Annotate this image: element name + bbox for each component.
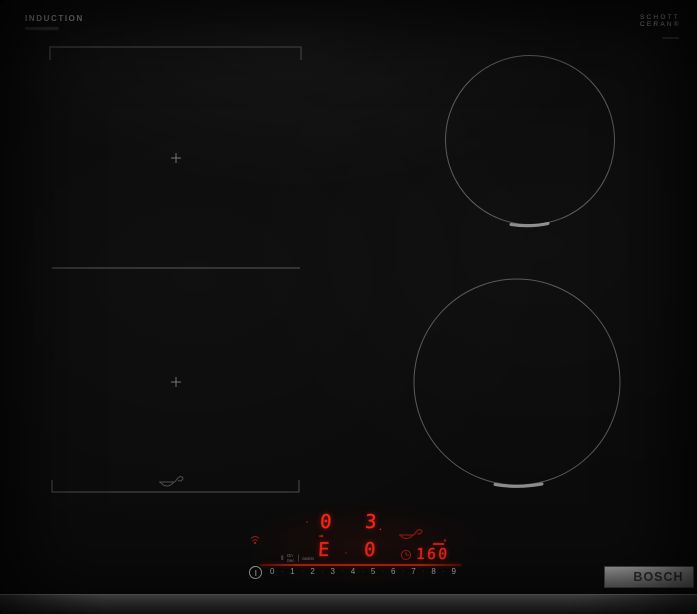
- scale-dot: ·: [361, 568, 365, 575]
- level-0[interactable]: 0: [270, 567, 274, 577]
- aux-label-bottom: Sec: [286, 558, 295, 563]
- schott-sub-text: [662, 37, 679, 39]
- flex-zone-rear-left-outline: [49, 46, 302, 60]
- schott-line1: SCHOTT: [640, 14, 680, 21]
- display-front-left-symbol[interactable]: E: [317, 539, 330, 561]
- home-connect-wifi-icon: [250, 536, 260, 545]
- scale-dot: ·: [321, 568, 324, 575]
- level-9[interactable]: 9: [452, 567, 456, 577]
- degree-mark: °: [442, 539, 447, 546]
- level-2[interactable]: 2: [310, 567, 314, 577]
- zone-center-cross-icon: [171, 153, 181, 163]
- schott-line2: CERAN®: [640, 21, 681, 28]
- frying-sensor-key-icon[interactable]: [399, 528, 423, 540]
- scale-dot: ·: [382, 568, 385, 575]
- scale-dot: ·: [422, 568, 425, 575]
- scale-dot: ·: [341, 568, 344, 575]
- bosch-logo-text: BOSCH: [633, 570, 684, 584]
- zone-marker-rear-right: [509, 222, 550, 228]
- display-front-right-level[interactable]: 0: [363, 539, 376, 561]
- zone-select-dot: [345, 552, 347, 554]
- power-button[interactable]: [249, 566, 262, 579]
- power-level-slider[interactable]: 0 · 1 · 2 · 3 · 4 · 5 · 6 · 7 · 8 · 9: [270, 567, 456, 577]
- scale-dot: ·: [281, 568, 284, 575]
- display-rear-right-suffix: .: [377, 523, 384, 532]
- scale-dot: ·: [301, 568, 304, 575]
- aux-touch-keys: ‖ On Sec | assist: [281, 553, 314, 564]
- level-5[interactable]: 5: [371, 567, 375, 577]
- model-number-text: [25, 27, 59, 30]
- round-zone-front-right-outline: [413, 278, 621, 486]
- bosch-badge: BOSCH: [604, 566, 694, 588]
- level-4[interactable]: 4: [351, 567, 355, 577]
- round-zone-rear-right-outline: [445, 55, 615, 225]
- cooking-zone-graphics: [49, 46, 630, 584]
- display-frying-temp: 160: [415, 545, 450, 563]
- display-rear-left-level[interactable]: 0: [319, 511, 332, 533]
- level-3[interactable]: 3: [331, 567, 335, 577]
- schott-ceran-logo: SCHOTT CERAN®: [640, 14, 681, 28]
- zone-center-cross-icon: [171, 377, 181, 387]
- aux-key-label[interactable]: On Sec: [286, 553, 295, 564]
- zone-select-dot: [306, 521, 308, 523]
- frying-pan-zone-icon: [159, 476, 184, 487]
- level-6[interactable]: 6: [391, 567, 395, 577]
- scale-dot: ·: [442, 568, 445, 575]
- zone-marker-front-right: [493, 482, 544, 488]
- assist-key[interactable]: assist: [302, 556, 314, 562]
- induction-hob: INDUCTION SCHOTT CERAN® 0 3 . → E 0 160 …: [0, 0, 697, 614]
- level-1[interactable]: 1: [290, 567, 294, 577]
- pause-key-icon[interactable]: ‖: [281, 555, 284, 562]
- aux-divider: |: [297, 555, 300, 563]
- front-trim: [0, 594, 697, 614]
- induction-label: INDUCTION: [25, 14, 84, 23]
- level-7[interactable]: 7: [411, 567, 415, 577]
- accent-line: [260, 564, 461, 566]
- display-rear-right-level[interactable]: 3: [364, 511, 377, 533]
- timer-clock-icon[interactable]: [400, 549, 412, 561]
- scale-dot: ·: [402, 568, 405, 575]
- level-8[interactable]: 8: [431, 567, 435, 577]
